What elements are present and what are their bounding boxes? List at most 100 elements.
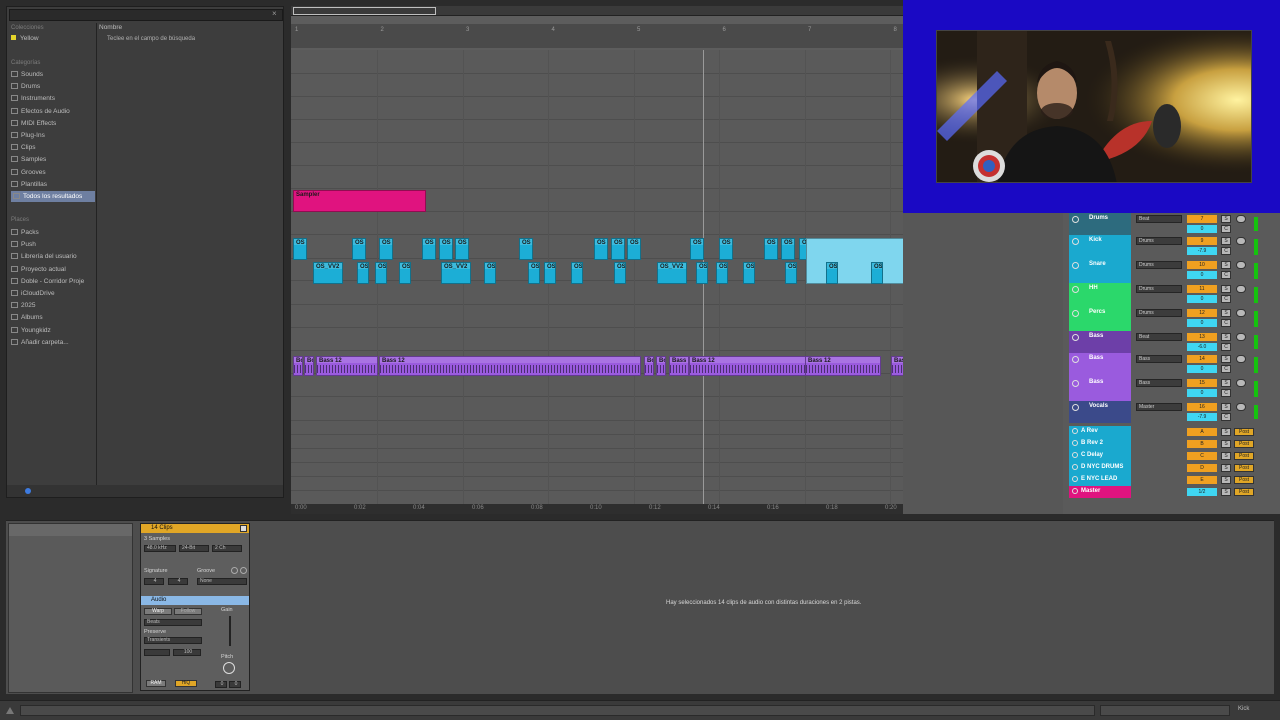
return-track[interactable]: E NYC LEAD — [1069, 474, 1131, 486]
post-button[interactable]: Post — [1234, 428, 1254, 436]
category-item[interactable]: Plug-Ins — [11, 130, 45, 141]
audio-clip[interactable]: OS — [375, 262, 387, 284]
audio-clip[interactable]: OS — [764, 238, 778, 260]
return-letter[interactable]: 1/2 — [1187, 488, 1217, 496]
category-item[interactable]: Instruments — [11, 93, 55, 104]
pitch-knob[interactable] — [223, 662, 235, 674]
post-button[interactable]: Post — [1234, 440, 1254, 448]
crossfade-button[interactable]: C — [1221, 365, 1231, 373]
solo-button[interactable]: S — [1221, 261, 1231, 269]
input-routing-select[interactable]: Drums — [1136, 309, 1182, 317]
clip-panel-toggle-icon[interactable] — [240, 525, 247, 532]
crossfade-button[interactable]: C — [1221, 295, 1231, 303]
audio-clip[interactable]: OS — [439, 238, 453, 260]
place-item[interactable]: Albums — [11, 312, 43, 323]
expand-icon[interactable] — [6, 707, 14, 714]
crossfade-button[interactable]: C — [1221, 319, 1231, 327]
input-routing-select[interactable]: Bass — [1136, 379, 1182, 387]
audio-clip[interactable]: OS — [352, 238, 366, 260]
warp-mode-select[interactable]: Beats — [144, 619, 202, 626]
audio-clip[interactable]: Bo — [293, 356, 303, 376]
audio-clip[interactable]: OS — [627, 238, 641, 260]
arm-button[interactable] — [1236, 379, 1246, 387]
solo-button[interactable]: S — [1221, 237, 1231, 245]
envelope-value[interactable]: 100 — [173, 649, 201, 656]
track-number[interactable]: 11 — [1187, 285, 1217, 293]
track-fold-icon[interactable] — [1072, 380, 1079, 387]
audio-clip[interactable]: OS_VV2 — [657, 262, 687, 284]
mixer-track[interactable]: Percs — [1069, 307, 1131, 331]
place-item[interactable]: Librería del usuario — [11, 251, 77, 262]
audio-clip[interactable]: OS — [594, 238, 608, 260]
solo-button[interactable]: S — [1221, 476, 1231, 484]
solo-button[interactable]: S — [1221, 285, 1231, 293]
track-fold-icon[interactable] — [1072, 238, 1079, 245]
track-fold-icon[interactable] — [1072, 464, 1078, 470]
arm-button[interactable] — [1236, 215, 1246, 223]
return-track[interactable]: Master — [1069, 486, 1131, 498]
category-item[interactable]: Plantillas — [11, 179, 47, 190]
overview-viewport[interactable] — [293, 7, 436, 15]
audio-clip[interactable]: OS — [614, 262, 626, 284]
solo-button[interactable]: S — [1221, 403, 1231, 411]
solo-button[interactable]: S — [1221, 379, 1231, 387]
solo-button[interactable]: S — [1221, 428, 1231, 436]
close-icon[interactable]: × — [272, 10, 280, 18]
audio-clip[interactable]: OS — [571, 262, 583, 284]
groove-commit-icon[interactable] — [240, 567, 247, 574]
audio-clip[interactable]: Bass 12 — [689, 356, 807, 376]
pitch-fine[interactable]: 0 — [229, 681, 241, 688]
mixer-track[interactable]: HH — [1069, 283, 1131, 307]
category-item[interactable]: Efectos de Audio — [11, 106, 70, 117]
category-item[interactable]: Sounds — [11, 69, 43, 80]
ram-button[interactable]: RAM — [146, 680, 166, 687]
track-volume[interactable]: 0 — [1187, 271, 1217, 279]
track-number[interactable]: 15 — [1187, 379, 1217, 387]
audio-clip[interactable]: OS — [422, 238, 436, 260]
post-button[interactable]: Post — [1234, 488, 1254, 496]
track-number[interactable]: 7 — [1187, 215, 1217, 223]
track-fold-icon[interactable] — [1072, 428, 1078, 434]
place-item[interactable]: Proyecto actual — [11, 264, 66, 275]
post-button[interactable]: Post — [1234, 464, 1254, 472]
audio-clip[interactable]: OS — [357, 262, 369, 284]
category-item[interactable]: Drums — [11, 81, 40, 92]
track-number[interactable]: 13 — [1187, 333, 1217, 341]
arm-button[interactable] — [1236, 403, 1246, 411]
return-letter[interactable]: C — [1187, 452, 1217, 460]
audio-clip[interactable]: OS — [379, 238, 393, 260]
place-item[interactable]: Packs — [11, 227, 39, 238]
input-routing-select[interactable]: Bass — [1136, 355, 1182, 363]
solo-button[interactable]: S — [1221, 309, 1231, 317]
place-item[interactable]: iCloudDrive — [11, 288, 55, 299]
loop-mode-select[interactable] — [144, 649, 170, 656]
audio-clip[interactable]: Bass 12 — [379, 356, 641, 376]
audio-clip[interactable]: OS — [544, 262, 556, 284]
input-routing-select[interactable]: Beat — [1136, 333, 1182, 341]
input-routing-select[interactable]: Master — [1136, 403, 1182, 411]
track-fold-icon[interactable] — [1072, 440, 1078, 446]
solo-button[interactable]: S — [1221, 355, 1231, 363]
post-button[interactable]: Post — [1234, 476, 1254, 484]
audio-clip[interactable]: Bass 12 — [669, 356, 689, 376]
track-volume[interactable]: 0 — [1187, 295, 1217, 303]
track-volume[interactable]: 0 — [1187, 365, 1217, 373]
return-track[interactable]: C Delay — [1069, 450, 1131, 462]
input-routing-select[interactable]: Drums — [1136, 237, 1182, 245]
post-button[interactable]: Post — [1234, 452, 1254, 460]
audio-clip[interactable]: OS_VV2 — [441, 262, 471, 284]
collection-yellow[interactable]: Yellow — [11, 33, 39, 44]
audio-clip[interactable]: OS — [696, 262, 708, 284]
category-item[interactable]: MIDI Effects — [11, 118, 56, 129]
track-fold-icon[interactable] — [1072, 476, 1078, 482]
arm-button[interactable] — [1236, 355, 1246, 363]
track-volume[interactable]: -7.9 — [1187, 413, 1217, 421]
audio-clip[interactable]: Bo — [304, 356, 314, 376]
audio-clip[interactable]: OS — [611, 238, 625, 260]
audio-clip[interactable]: Bo — [656, 356, 666, 376]
track-number[interactable]: 9 — [1187, 237, 1217, 245]
solo-button[interactable]: S — [1221, 440, 1231, 448]
signature-numerator[interactable]: 4 — [144, 578, 164, 585]
audio-clip[interactable]: OS — [781, 238, 795, 260]
track-volume[interactable]: 0 — [1187, 389, 1217, 397]
